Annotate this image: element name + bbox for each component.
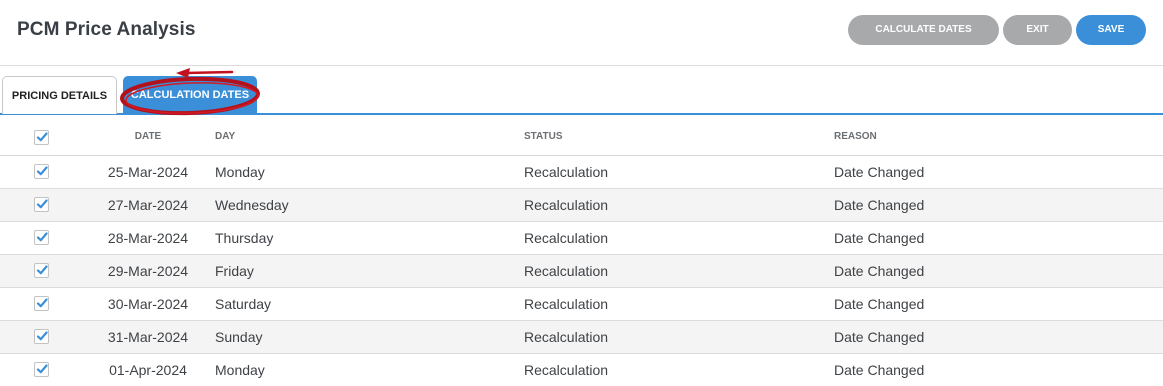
reason-cell: Date Changed — [834, 254, 1163, 288]
status-cell: Recalculation — [524, 221, 834, 255]
calculation-dates-table: DATE DAY STATUS REASON 25-Mar-2024 Monda… — [0, 118, 1163, 386]
table-header-row: DATE DAY STATUS REASON — [0, 118, 1163, 156]
day-cell: Wednesday — [215, 188, 524, 222]
table-row: 30-Mar-2024 Saturday Recalculation Date … — [0, 287, 1163, 321]
date-cell: 01-Apr-2024 — [83, 353, 215, 386]
column-header-reason[interactable]: REASON — [834, 118, 1163, 156]
reason-cell: Date Changed — [834, 155, 1163, 189]
column-header-day[interactable]: DAY — [215, 118, 524, 156]
row-checkbox[interactable] — [34, 362, 49, 377]
status-cell: Recalculation — [524, 320, 834, 354]
row-checkbox[interactable] — [34, 197, 49, 212]
day-cell: Thursday — [215, 221, 524, 255]
tab-pricing-details[interactable]: PRICING DETAILS — [2, 76, 117, 114]
row-checkbox[interactable] — [34, 329, 49, 344]
select-all-checkbox[interactable] — [34, 130, 49, 146]
status-cell: Recalculation — [524, 353, 834, 386]
day-cell: Monday — [215, 353, 524, 386]
check-icon — [36, 331, 48, 341]
table-row: 01-Apr-2024 Monday Recalculation Date Ch… — [0, 353, 1163, 386]
date-cell: 30-Mar-2024 — [83, 287, 215, 321]
status-cell: Recalculation — [524, 254, 834, 288]
column-header-status[interactable]: STATUS — [524, 118, 834, 156]
status-cell: Recalculation — [524, 188, 834, 222]
day-cell: Saturday — [215, 287, 524, 321]
check-icon — [36, 364, 48, 374]
check-icon — [36, 232, 48, 242]
status-cell: Recalculation — [524, 287, 834, 321]
status-cell: Recalculation — [524, 155, 834, 189]
check-icon — [36, 199, 48, 209]
row-checkbox[interactable] — [34, 296, 49, 311]
date-cell: 25-Mar-2024 — [83, 155, 215, 189]
table-row: 27-Mar-2024 Wednesday Recalculation Date… — [0, 188, 1163, 222]
table-row: 31-Mar-2024 Sunday Recalculation Date Ch… — [0, 320, 1163, 354]
table-row: 28-Mar-2024 Thursday Recalculation Date … — [0, 221, 1163, 255]
exit-button[interactable]: EXIT — [1003, 15, 1072, 45]
check-icon — [36, 298, 48, 308]
reason-cell: Date Changed — [834, 320, 1163, 354]
date-cell: 31-Mar-2024 — [83, 320, 215, 354]
select-all-header — [0, 118, 83, 156]
check-icon — [36, 265, 48, 275]
calculate-dates-button[interactable]: CALCULATE DATES — [848, 15, 999, 45]
day-cell: Sunday — [215, 320, 524, 354]
check-icon — [36, 132, 48, 142]
table-row: 25-Mar-2024 Monday Recalculation Date Ch… — [0, 155, 1163, 189]
reason-cell: Date Changed — [834, 353, 1163, 386]
save-button[interactable]: SAVE — [1076, 15, 1146, 45]
reason-cell: Date Changed — [834, 287, 1163, 321]
date-cell: 27-Mar-2024 — [83, 188, 215, 222]
date-cell: 28-Mar-2024 — [83, 221, 215, 255]
day-cell: Friday — [215, 254, 524, 288]
column-header-date[interactable]: DATE — [83, 118, 215, 156]
table-row: 29-Mar-2024 Friday Recalculation Date Ch… — [0, 254, 1163, 288]
tab-calculation-dates[interactable]: CALCULATION DATES — [123, 76, 257, 114]
row-checkbox[interactable] — [34, 263, 49, 278]
reason-cell: Date Changed — [834, 221, 1163, 255]
check-icon — [36, 166, 48, 176]
page-title: PCM Price Analysis — [17, 19, 196, 40]
day-cell: Monday — [215, 155, 524, 189]
row-checkbox[interactable] — [34, 164, 49, 179]
row-checkbox[interactable] — [34, 230, 49, 245]
reason-cell: Date Changed — [834, 188, 1163, 222]
date-cell: 29-Mar-2024 — [83, 254, 215, 288]
